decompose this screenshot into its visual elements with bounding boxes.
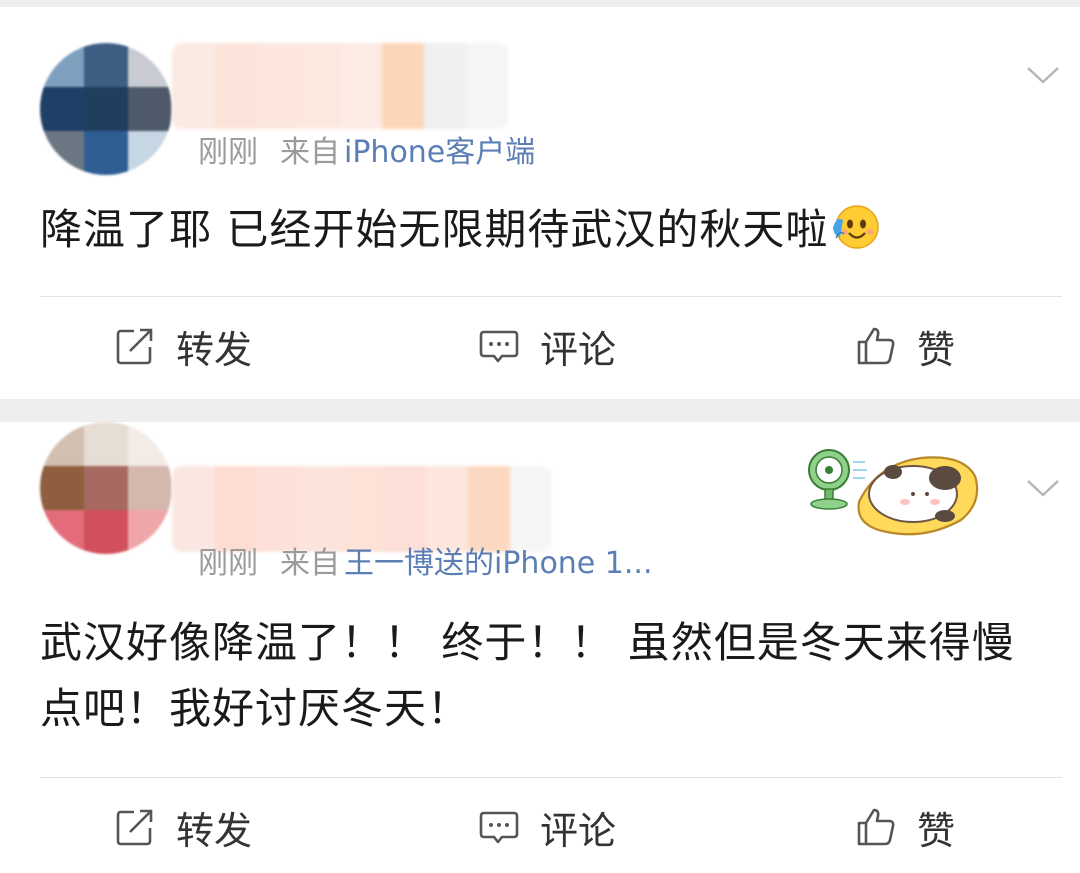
comment-icon <box>479 811 519 844</box>
post-meta: 刚刚 来自 王一博送的iPhone 1... <box>198 538 653 582</box>
chevron-down-icon[interactable] <box>1026 478 1060 498</box>
repost-icon <box>116 328 153 365</box>
repost-label: 转发 <box>176 327 253 372</box>
divider <box>40 296 1062 297</box>
hug-emoji-icon <box>833 205 880 249</box>
thumbs-up-icon <box>857 327 895 365</box>
post-time: 刚刚 <box>198 546 258 581</box>
comment-label: 评论 <box>540 327 617 372</box>
thumbs-up-icon <box>857 808 895 846</box>
post-content: 降温了耶 已经开始无限期待武汉的秋天啦 <box>40 197 1040 263</box>
post-meta: 刚刚 来自 iPhone客户端 <box>198 127 535 171</box>
repost-icon <box>116 809 153 846</box>
post-source-link[interactable]: iPhone客户端 <box>344 135 535 170</box>
like-button[interactable]: 赞 <box>855 804 955 853</box>
source-prefix: 来自 <box>280 135 340 170</box>
chevron-down-icon[interactable] <box>1026 65 1060 85</box>
divider <box>40 777 1062 778</box>
like-button[interactable]: 赞 <box>855 323 955 372</box>
avatar[interactable] <box>40 422 172 554</box>
panda-with-fan-sticker <box>808 449 979 536</box>
feed-post: 刚刚 来自 王一博送的iPhone 1... 武汉好像降温了！！ 终于！！ 虽然但是… <box>0 422 1080 873</box>
comment-label: 评论 <box>540 808 617 853</box>
post-text: 武汉好像降温了！！ 终于！！ 虽然但是冬天来得慢点吧！我好讨厌冬天！ <box>40 618 1015 733</box>
comment-icon <box>479 330 519 363</box>
post-source-link[interactable]: 王一博送的iPhone 1... <box>344 546 653 581</box>
feed-post: 刚刚 来自 iPhone客户端 降温了耶 已经开始无限期待武汉的秋天啦 转发 评… <box>0 7 1080 399</box>
repost-label: 转发 <box>176 808 253 853</box>
comment-button[interactable]: 评论 <box>478 804 616 853</box>
source-prefix: 来自 <box>280 546 340 581</box>
repost-button[interactable]: 转发 <box>114 323 252 372</box>
avatar[interactable] <box>40 43 172 175</box>
post-text: 降温了耶 已经开始无限期待武汉的秋天啦 <box>40 205 829 254</box>
action-bar: 转发 评论 赞 <box>0 299 1080 389</box>
repost-button[interactable]: 转发 <box>114 804 252 853</box>
username-redacted[interactable] <box>172 43 508 129</box>
post-content: 武汉好像降温了！！ 终于！！ 虽然但是冬天来得慢点吧！我好讨厌冬天！ <box>40 610 1040 742</box>
post-time: 刚刚 <box>198 135 258 170</box>
like-label: 赞 <box>917 808 956 853</box>
like-label: 赞 <box>917 327 956 372</box>
comment-button[interactable]: 评论 <box>478 323 616 372</box>
action-bar: 转发 评论 赞 <box>0 780 1080 870</box>
